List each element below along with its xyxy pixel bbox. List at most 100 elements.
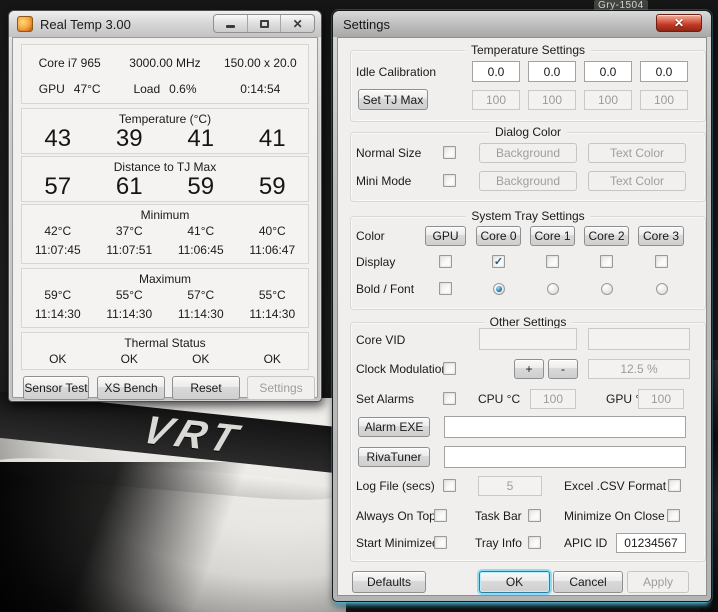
dialog-color-header: Dialog Color — [488, 125, 568, 139]
close-button[interactable]: ✕ — [281, 15, 314, 32]
start-minimized-label: Start Minimized — [356, 536, 439, 550]
session-timer: 0:14:54 — [240, 82, 281, 96]
sensor-test-button[interactable]: Sensor Test — [23, 376, 89, 400]
core2-temp: 41 — [187, 125, 215, 152]
clock-modulation-label: Clock Modulation — [356, 362, 449, 376]
display-checkbox-core0[interactable]: ✓ — [492, 255, 505, 268]
clock-plus-button[interactable]: + — [514, 359, 544, 379]
reset-button[interactable]: Reset — [172, 376, 240, 400]
min-temp-1: 37°C — [115, 224, 143, 238]
apic-id-field[interactable] — [616, 533, 686, 553]
gpu-color-button[interactable]: GPU — [425, 226, 466, 246]
idle-calibration-input-3[interactable] — [640, 61, 688, 82]
normal-background-button: Background — [479, 143, 577, 163]
rivatuner-path-field[interactable] — [444, 446, 686, 468]
maximum-times: 11:14:30 11:14:30 11:14:30 11:14:30 — [22, 307, 308, 321]
thermal-status-values: OK OK OK OK — [22, 352, 308, 366]
distance-header: Distance to TJ Max — [113, 160, 217, 174]
font-radio-core2[interactable] — [601, 283, 613, 295]
apply-button: Apply — [627, 571, 689, 593]
idle-calibration-label: Idle Calibration — [356, 65, 437, 79]
temperature-values: 43 39 41 41 — [22, 125, 308, 153]
tray-info-label: Tray Info — [475, 536, 522, 550]
cpu-info-row2: GPU 47°C Load 0.6% 0:14:54 — [22, 82, 308, 96]
xs-bench-button[interactable]: XS Bench — [97, 376, 165, 400]
excel-csv-label: Excel .CSV Format — [564, 479, 667, 493]
font-radio-core0[interactable] — [493, 283, 505, 295]
font-radio-core3[interactable] — [656, 283, 668, 295]
core-vid-label: Core VID — [356, 333, 406, 347]
maximize-button[interactable] — [248, 15, 282, 32]
bold-checkbox-gpu[interactable] — [439, 282, 452, 295]
minimize-button[interactable] — [214, 15, 248, 32]
log-file-label: Log File (secs) — [356, 479, 435, 493]
minimum-times: 11:07:45 11:07:51 11:06:45 11:06:47 — [22, 243, 308, 257]
min-temp-3: 40°C — [258, 224, 286, 238]
distance-panel: Distance to TJ Max 57 61 59 59 — [21, 156, 309, 202]
clock-modulation-checkbox[interactable] — [443, 362, 456, 375]
load-value: 0.6% — [169, 82, 197, 96]
font-radio-core1[interactable] — [547, 283, 559, 295]
clock-minus-button[interactable]: - — [548, 359, 578, 379]
set-alarms-checkbox[interactable] — [443, 392, 456, 405]
system-tray-header: System Tray Settings — [465, 209, 591, 223]
task-bar-checkbox[interactable] — [528, 509, 541, 522]
apic-id-label: APIC ID — [564, 536, 608, 550]
mini-mode-checkbox[interactable] — [443, 174, 456, 187]
always-on-top-checkbox[interactable] — [434, 509, 447, 522]
core2-distance: 59 — [187, 173, 215, 200]
idle-calibration-input-2[interactable] — [584, 61, 632, 82]
rivatuner-button[interactable]: RivaTuner — [358, 447, 430, 467]
log-file-checkbox[interactable] — [443, 479, 456, 492]
realtemp-app-icon — [17, 16, 33, 32]
core0-temp: 43 — [44, 125, 72, 152]
core1-color-button[interactable]: Core 1 — [530, 226, 575, 246]
normal-size-label: Normal Size — [356, 146, 422, 160]
minimum-panel: Minimum 42°C 37°C 41°C 40°C 11:07:45 11:… — [21, 204, 309, 264]
idle-calibration-input-1[interactable] — [528, 61, 576, 82]
tj-max-input-1 — [528, 90, 576, 110]
min-time-0: 11:07:45 — [34, 243, 81, 257]
minimum-header: Minimum — [140, 208, 190, 222]
core2-color-button[interactable]: Core 2 — [584, 226, 629, 246]
core0-distance: 57 — [44, 173, 72, 200]
start-minimized-checkbox[interactable] — [434, 536, 447, 549]
cpu-info-row1: Core i7 965 3000.00 MHz 150.00 x 20.0 — [22, 56, 308, 70]
cancel-button[interactable]: Cancel — [553, 571, 623, 593]
min-temp-0: 42°C — [44, 224, 72, 238]
tray-info-checkbox[interactable] — [528, 536, 541, 549]
display-checkbox-core3[interactable] — [655, 255, 668, 268]
tray-color-label: Color — [356, 229, 385, 243]
gpu-label: GPU — [38, 82, 65, 96]
realtemp-titlebar[interactable]: Real Temp 3.00 ✕ — [9, 11, 321, 37]
set-tj-max-button[interactable]: Set TJ Max — [358, 89, 428, 110]
settings-titlebar[interactable]: Settings — [333, 11, 711, 37]
display-checkbox-core2[interactable] — [600, 255, 613, 268]
idle-calibration-input-0[interactable] — [472, 61, 520, 82]
thermal-ok-2: OK — [192, 352, 210, 366]
close-icon: ✕ — [673, 16, 685, 30]
max-time-3: 11:14:30 — [249, 307, 296, 321]
alarm-exe-button[interactable]: Alarm EXE — [358, 417, 430, 437]
display-checkbox-core1[interactable] — [546, 255, 559, 268]
settings-close-button[interactable]: ✕ — [656, 14, 702, 32]
settings-client-area: Temperature Settings Idle Calibration Se… — [337, 37, 707, 596]
minimize-on-close-checkbox[interactable] — [667, 509, 680, 522]
realtemp-window: Real Temp 3.00 ✕ Core i7 965 3000.00 MHz… — [8, 10, 322, 402]
normal-size-checkbox[interactable] — [443, 146, 456, 159]
core0-color-button[interactable]: Core 0 — [476, 226, 521, 246]
core-vid-field-1 — [479, 328, 577, 350]
max-temp-0: 59°C — [44, 288, 72, 302]
defaults-button[interactable]: Defaults — [352, 571, 426, 593]
minimize-on-close-label: Minimize On Close — [564, 509, 665, 523]
car-shadow — [0, 462, 346, 612]
ok-button[interactable]: OK — [479, 571, 550, 593]
thermal-status-panel: Thermal Status OK OK OK OK — [21, 332, 309, 370]
alarm-exe-path-field[interactable] — [444, 416, 686, 438]
display-checkbox-gpu[interactable] — [439, 255, 452, 268]
gpu-temp: 47°C — [73, 82, 101, 96]
excel-csv-checkbox[interactable] — [668, 479, 681, 492]
normal-text-color-button: Text Color — [588, 143, 686, 163]
distance-values: 57 61 59 59 — [22, 173, 308, 201]
core3-color-button[interactable]: Core 3 — [638, 226, 684, 246]
